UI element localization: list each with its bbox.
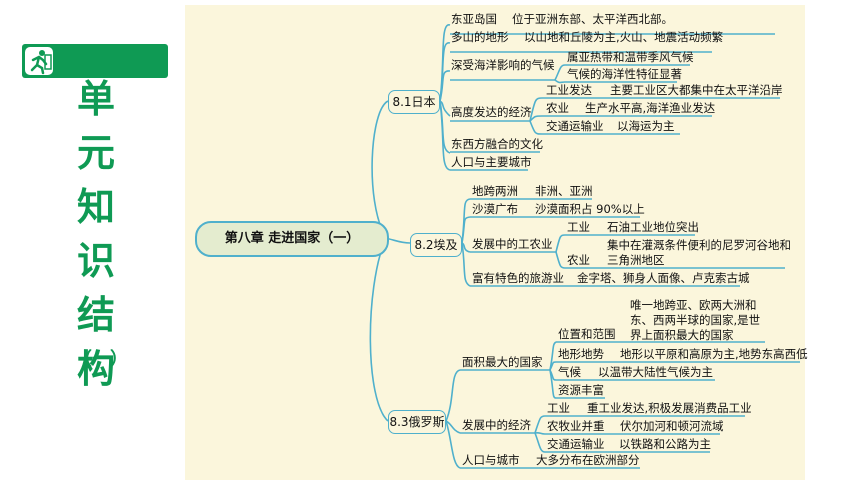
branch-japan: 8.1日本 [388, 90, 440, 114]
japan-detail: 以山地和丘陵为主,火山、地震活动频繁 [524, 30, 724, 44]
russia-subtopic: 位置和范围 [558, 327, 616, 341]
russia-detail: 东、西两半球的国家,是世 [630, 313, 761, 327]
branch-russia: 8.3俄罗斯 [388, 410, 446, 434]
egypt-detail: 金字塔、狮身人面像、卢克索古城 [577, 271, 750, 285]
russia-topic: 面积最大的国家 [462, 355, 543, 369]
russia-detail: 界上面积最大的国家 [630, 328, 734, 342]
japan-topic: 东西方融合的文化 [451, 137, 543, 151]
japan-detail: 位于亚洲东部、太平洋西北部。 [512, 12, 673, 26]
japan-topic: 东亚岛国 [451, 12, 497, 26]
egypt-topic: 发展中的工农业 [472, 237, 553, 251]
russia-detail: 地形以平原和高原为主,地势东高西低 [620, 347, 808, 361]
japan-subtopic: 工业发达 [546, 83, 592, 97]
japan-detail: 属亚热带和温带季风气候 [567, 50, 694, 64]
egypt-subtopic: 工业 [567, 220, 590, 234]
russia-detail: 大多分布在欧洲部分 [536, 453, 640, 467]
mindmap-center-node: 第八章 走进国家（一） [195, 221, 389, 257]
japan-detail: 生产水平高,海洋渔业发达 [585, 101, 716, 115]
egypt-topic: 富有特色的旅游业 [472, 271, 564, 285]
russia-subtopic: 气候 [558, 365, 581, 379]
egypt-detail: 集中在灌溉条件便利的尼罗河谷地和 [607, 238, 791, 252]
egypt-topic: 沙漠广布 [472, 202, 518, 216]
egypt-detail: 非洲、亚洲 [535, 184, 593, 198]
japan-topic: 多山的地形 [451, 30, 509, 44]
russia-subtopic: 工业 [547, 401, 570, 415]
egypt-subtopic: 农业 [567, 253, 590, 267]
japan-subtopic: 交通运输业 [546, 119, 604, 133]
russia-subtopic: 交通运输业 [547, 437, 605, 451]
japan-subtopic: 农业 [546, 101, 569, 115]
egypt-detail: 三角洲地区 [607, 253, 665, 267]
japan-topic: 深受海洋影响的气候 [451, 58, 555, 72]
russia-detail: 以铁路和公路为主 [619, 437, 711, 451]
egypt-detail: 沙漠面积占 90%以上 [535, 202, 645, 216]
russia-detail: 重工业发达,积极发展消费品工业 [587, 401, 752, 415]
russia-subtopic: 农牧业并重 [547, 419, 605, 433]
russia-detail: 伏尔加河和顿河流域 [620, 419, 724, 433]
japan-topic: 人口与主要城市 [451, 155, 532, 169]
japan-topic: 高度发达的经济 [451, 105, 532, 119]
russia-topic: 人口与城市 [462, 453, 520, 467]
egypt-topic: 地跨两洲 [472, 184, 518, 198]
egypt-detail: 石油工业地位突出 [607, 220, 699, 234]
russia-subtopic: 地形地势 [558, 347, 604, 361]
russia-detail: 以温带大陆性气候为主 [598, 365, 713, 379]
russia-topic: 发展中的经济 [462, 418, 531, 432]
russia-subtopic: 资源丰富 [558, 383, 604, 397]
russia-detail: 唯一地跨亚、欧两大洲和 [630, 298, 757, 312]
japan-detail: 气候的海洋性特征显著 [567, 67, 682, 81]
japan-detail: 以海运为主 [617, 119, 675, 133]
branch-egypt: 8.2埃及 [410, 233, 462, 257]
japan-detail: 主要工业区大都集中在太平洋沿岸 [610, 83, 783, 97]
